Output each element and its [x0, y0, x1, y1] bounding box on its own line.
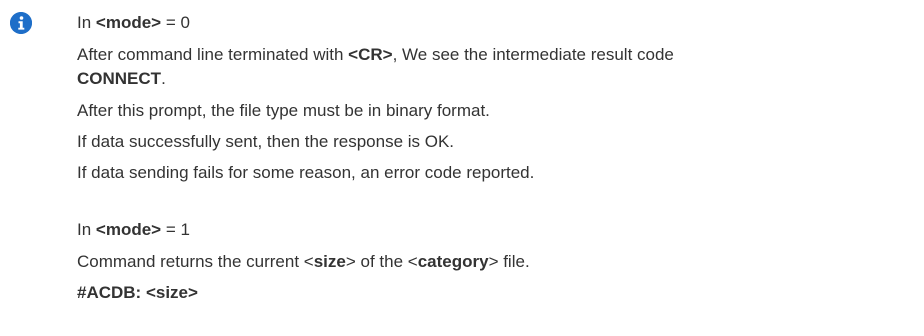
info-icon [10, 12, 32, 34]
mode1-p1-c: > of the < [345, 252, 418, 271]
note-block: In <mode> = 0 After command line termina… [0, 0, 924, 336]
mode0-keyword: <mode> [95, 13, 162, 32]
mode0-value: = 0 [161, 13, 190, 32]
mode0-paragraph-1-cont: CONNECT. [77, 69, 166, 89]
mode1-p1-e: > file. [488, 252, 530, 271]
mode0-heading: In <mode> = 0 [77, 13, 190, 33]
mode1-p1-a: Command returns the current < [77, 252, 314, 271]
mode1-category: category [417, 252, 489, 271]
mode0-prefix: In [77, 13, 96, 32]
mode1-response: #ACDB: <size> [77, 283, 198, 303]
mode0-paragraph-2: After this prompt, the file type must be… [77, 101, 490, 120]
mode0-paragraph-4: If data sending fails for some reason, a… [77, 163, 535, 182]
mode1-prefix: In [77, 220, 96, 239]
mode1-heading: In <mode> = 1 [77, 220, 190, 240]
mode0-p1-before: After command line terminated with [77, 45, 349, 64]
mode0-connect-period: . [161, 69, 166, 88]
mode0-p1-after: , We see the intermediate result code [392, 45, 674, 64]
mode0-paragraph-1: After command line terminated with <CR>,… [77, 45, 674, 65]
mode1-response-text: #ACDB: <size> [77, 283, 198, 302]
mode1-keyword: <mode> [95, 220, 162, 239]
mode1-value: = 1 [161, 220, 190, 239]
mode0-connect: CONNECT [77, 69, 162, 88]
mode1-size: size [313, 252, 346, 271]
mode0-p1-cr: <CR> [348, 45, 393, 64]
mode0-paragraph-3: If data successfully sent, then the resp… [77, 132, 455, 151]
mode1-paragraph-1: Command returns the current <size> of th… [77, 252, 530, 272]
